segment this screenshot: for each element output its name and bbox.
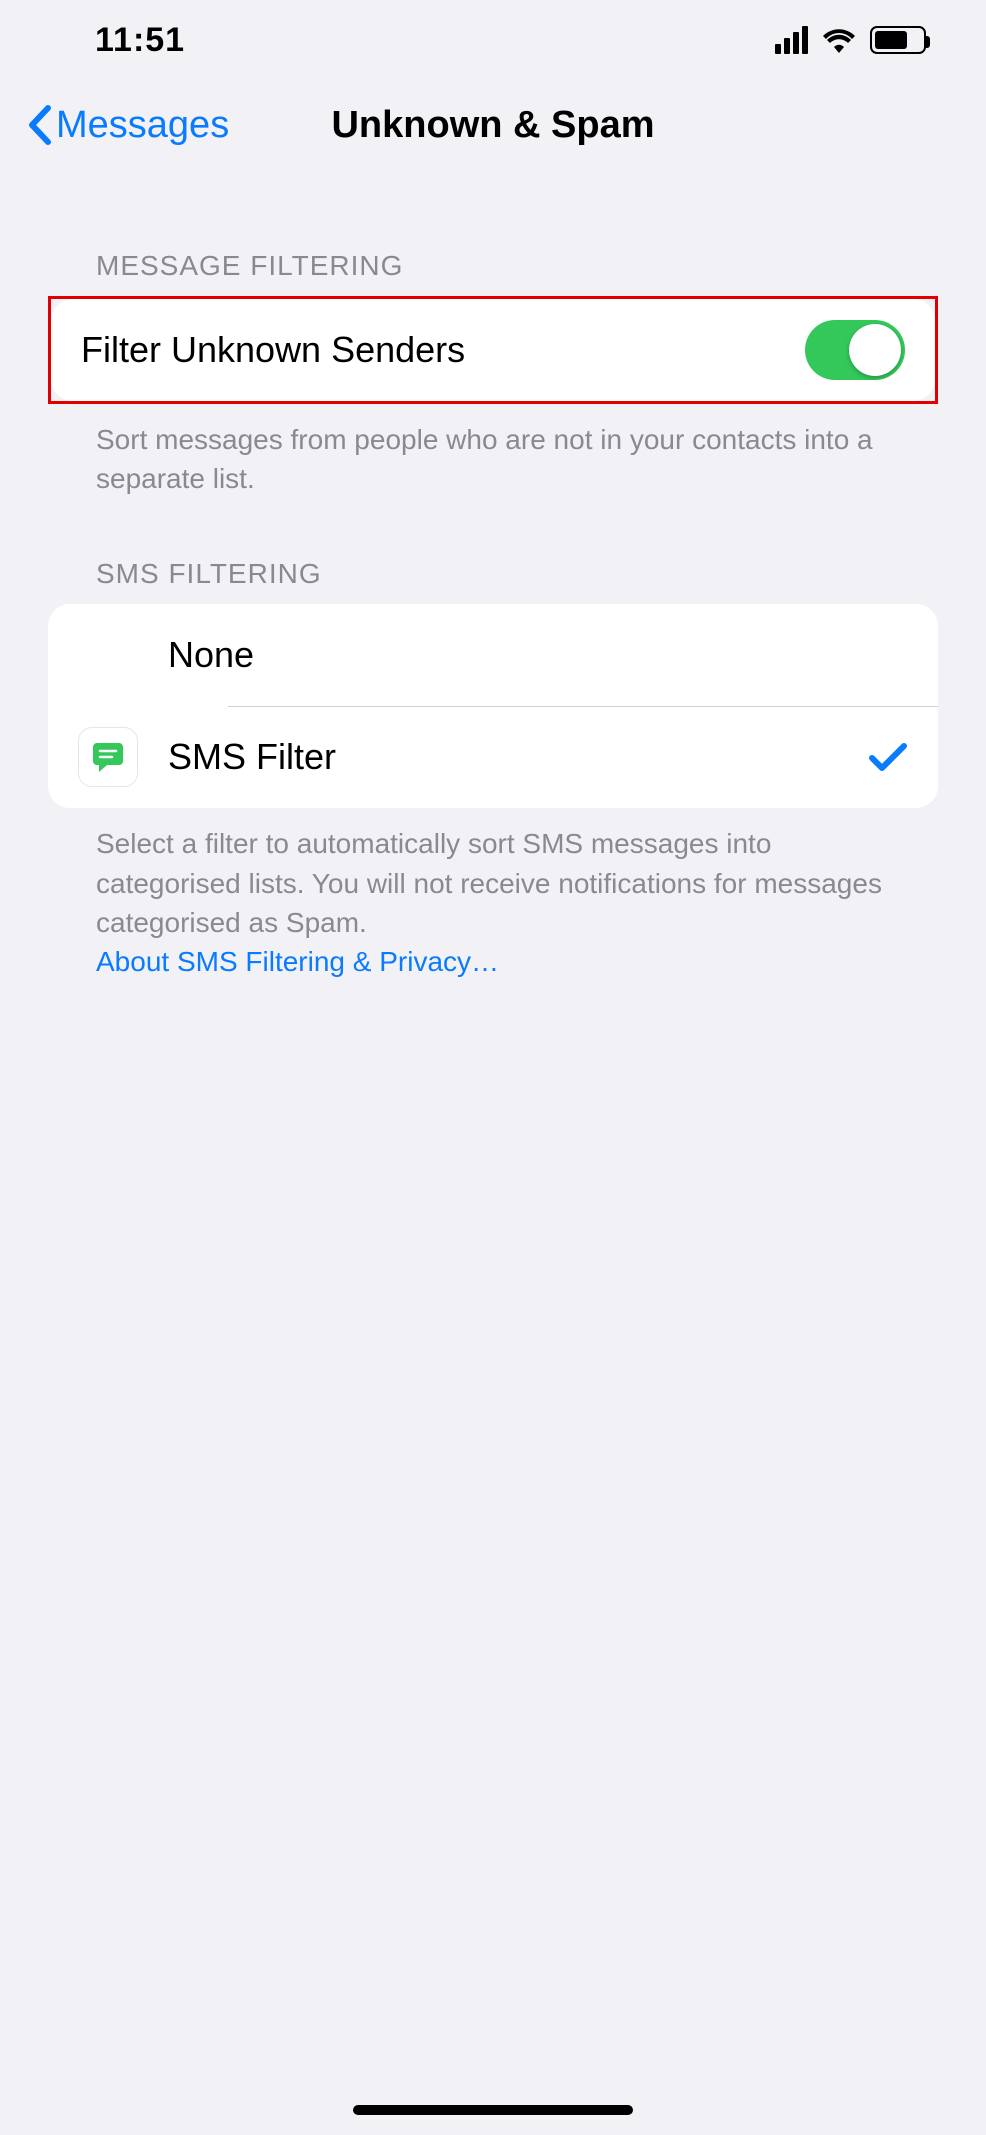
filter-unknown-senders-label: Filter Unknown Senders bbox=[81, 329, 805, 371]
wifi-icon bbox=[822, 27, 856, 53]
sms-filtering-header: SMS FILTERING bbox=[48, 498, 938, 604]
nav-bar: Messages Unknown & Spam bbox=[0, 80, 986, 170]
checkmark-icon bbox=[868, 740, 908, 774]
back-button[interactable]: Messages bbox=[0, 104, 229, 147]
message-filtering-header: MESSAGE FILTERING bbox=[48, 170, 938, 296]
status-bar: 11:51 bbox=[0, 0, 986, 80]
sms-filter-option-smsfilter[interactable]: SMS Filter bbox=[48, 706, 938, 808]
sms-filtering-group: SMS FILTERING None SMS Filter bbox=[0, 498, 986, 981]
sms-filter-option-none[interactable]: None bbox=[48, 604, 938, 706]
home-indicator bbox=[353, 2105, 633, 2115]
back-label: Messages bbox=[56, 104, 229, 147]
sms-filtering-footer-text: Select a filter to automatically sort SM… bbox=[96, 828, 882, 937]
annotation-highlight: Filter Unknown Senders bbox=[48, 296, 938, 404]
cellular-signal-icon bbox=[775, 26, 808, 54]
message-filtering-footer: Sort messages from people who are not in… bbox=[48, 404, 938, 498]
about-sms-filtering-link[interactable]: About SMS Filtering & Privacy… bbox=[96, 946, 499, 977]
status-time: 11:51 bbox=[95, 21, 185, 60]
filter-unknown-senders-toggle[interactable] bbox=[805, 320, 905, 380]
chevron-left-icon bbox=[26, 104, 52, 146]
sms-filter-option-none-label: None bbox=[168, 634, 908, 676]
sms-filtering-footer: Select a filter to automatically sort SM… bbox=[48, 808, 938, 981]
battery-icon bbox=[870, 26, 926, 54]
message-filtering-group: MESSAGE FILTERING Filter Unknown Senders… bbox=[0, 170, 986, 498]
sms-filter-option-smsfilter-label: SMS Filter bbox=[168, 736, 868, 778]
sms-filter-app-icon bbox=[78, 727, 138, 787]
filter-unknown-senders-row[interactable]: Filter Unknown Senders bbox=[51, 299, 935, 401]
status-indicators bbox=[775, 26, 926, 54]
